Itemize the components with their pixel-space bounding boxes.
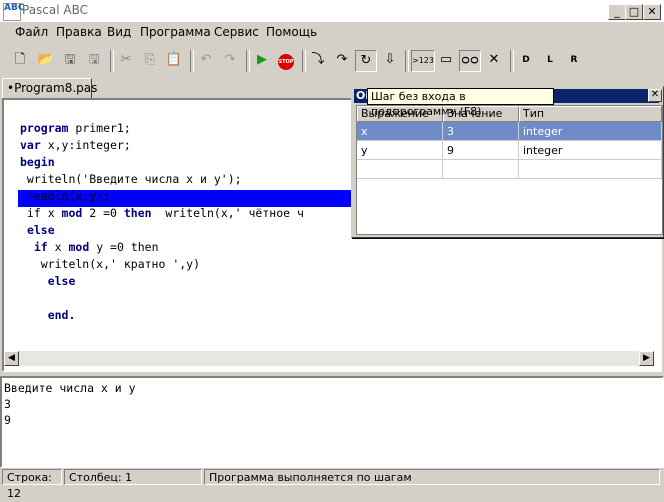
code-line: if x mod y =0 then <box>33 240 159 254</box>
code-line: writeln(x,' кратно ',y) <box>20 257 201 271</box>
output-line: 3 <box>4 397 11 411</box>
status-message: Программа выполняется по шагам <box>204 469 660 485</box>
watch-close-icon[interactable]: ✕ <box>648 89 662 102</box>
code-line-current: writeln(x,' не кратно ',y,' и нечётное')… <box>20 291 332 305</box>
watch-cell-type[interactable]: integer <box>519 122 662 141</box>
save-icon[interactable]: 🖫 <box>60 50 80 70</box>
open-folder-icon[interactable]: 📂 <box>36 50 56 70</box>
watch-grid: Выражение Значение Тип x 3 integer y 9 i… <box>356 105 663 235</box>
window-title: Pascal ABC <box>22 3 89 17</box>
code-line: program primer1; <box>20 121 131 135</box>
copy-icon[interactable]: ⎘ <box>140 50 160 70</box>
code-line: begin <box>20 155 55 169</box>
window-icon[interactable]: ▭ <box>436 50 456 70</box>
code-line: if x mod 2 =0 then writeln(x,' чётное ч <box>20 206 304 220</box>
status-column: Столбец: 1 <box>64 469 202 485</box>
watch-cell-expr[interactable]: y <box>357 141 443 160</box>
code-line: var x,y:integer; <box>20 138 131 152</box>
watch-cell-type[interactable] <box>519 160 662 179</box>
watch-cell-value[interactable]: 3 <box>443 122 519 141</box>
debug-d-icon[interactable]: D <box>516 50 536 70</box>
code-line: end. <box>47 308 76 322</box>
tab-program8[interactable]: •Program8.pas <box>2 78 97 100</box>
toolbar-separator <box>110 50 114 72</box>
scroll-right-icon[interactable]: ▶ <box>639 351 654 366</box>
code-line: else <box>47 274 76 288</box>
toolbar-separator <box>302 50 306 72</box>
tooltip: Шаг без входа в подпрограмму (F8) <box>367 88 554 118</box>
redo-icon[interactable]: ↷ <box>220 50 240 70</box>
watch-cell-expr[interactable] <box>357 160 443 179</box>
menu-bar: Файл Правка Вид Программа Сервис Помощь <box>0 22 664 44</box>
delete-icon[interactable]: ✕ <box>484 50 504 70</box>
step-into-icon[interactable]: ⤵ <box>308 50 328 70</box>
run-icon[interactable]: ▶ <box>252 50 272 70</box>
undo-icon[interactable]: ↶ <box>196 50 216 70</box>
toolbar-separator <box>190 50 194 72</box>
header-type[interactable]: Тип <box>519 106 662 122</box>
toolbar-separator <box>405 50 409 72</box>
watch-icon[interactable]: ᴑᴑ <box>459 50 481 72</box>
horizontal-scrollbar[interactable]: ◀ ▶ <box>4 351 654 366</box>
menu-edit[interactable]: Правка <box>56 25 102 39</box>
watch-cell-expr[interactable]: x <box>357 122 443 141</box>
run-to-cursor-icon[interactable]: ⇩ <box>380 50 400 70</box>
app-icon: ABC <box>3 3 24 21</box>
watch-cell-type[interactable]: integer <box>519 141 662 160</box>
stop-label: STOP <box>278 54 294 70</box>
watch-cell-value[interactable]: 9 <box>443 141 519 160</box>
menu-help[interactable]: Помощь <box>266 25 317 39</box>
output-line: 9 <box>4 413 11 427</box>
step-over-icon[interactable]: ↷ <box>332 50 352 70</box>
menu-view[interactable]: Вид <box>107 25 131 39</box>
output-line: Введите числа x и y <box>4 381 136 395</box>
watch-cell-value[interactable] <box>443 160 519 179</box>
menu-service[interactable]: Сервис <box>214 25 259 39</box>
toolbar-separator <box>246 50 250 72</box>
code-line: else <box>26 223 55 237</box>
status-bar: Строка: 12 Столбец: 1 Программа выполняе… <box>0 468 664 500</box>
close-button[interactable]: ✕ <box>643 4 661 20</box>
new-file-icon[interactable]: 🗋 <box>10 50 30 70</box>
stop-icon[interactable]: STOP <box>276 50 296 70</box>
cut-icon[interactable]: ✂ <box>116 50 136 70</box>
code-line: readln(x,y); <box>20 189 111 203</box>
scroll-left-icon[interactable]: ◀ <box>4 351 19 366</box>
code-line: writeln('Введите числа x и y'); <box>20 172 242 186</box>
paste-icon[interactable]: 📋 <box>164 50 184 70</box>
toolbar: 🗋 📂 🖫 🖫 ✂ ⎘ 📋 ↶ ↷ ▶ STOP ⤵ ↷ ↻ ⇩ >123 ▭ … <box>0 48 664 76</box>
toolbar-separator <box>510 50 514 72</box>
menu-file[interactable]: Файл <box>15 25 48 39</box>
title-bar: ABC Pascal ABC _ □ ✕ <box>0 0 664 22</box>
save-all-icon[interactable]: 🖫 <box>84 50 104 70</box>
debug-l-icon[interactable]: L <box>540 50 560 70</box>
evaluate-icon[interactable]: >123 <box>411 50 435 72</box>
maximize-button[interactable]: □ <box>625 4 643 20</box>
debug-r-icon[interactable]: R <box>564 50 584 70</box>
menu-program[interactable]: Программа <box>140 25 211 39</box>
step-out-icon[interactable]: ↻ <box>355 50 377 72</box>
minimize-button[interactable]: _ <box>608 4 626 20</box>
status-line: Строка: 12 <box>2 469 62 500</box>
